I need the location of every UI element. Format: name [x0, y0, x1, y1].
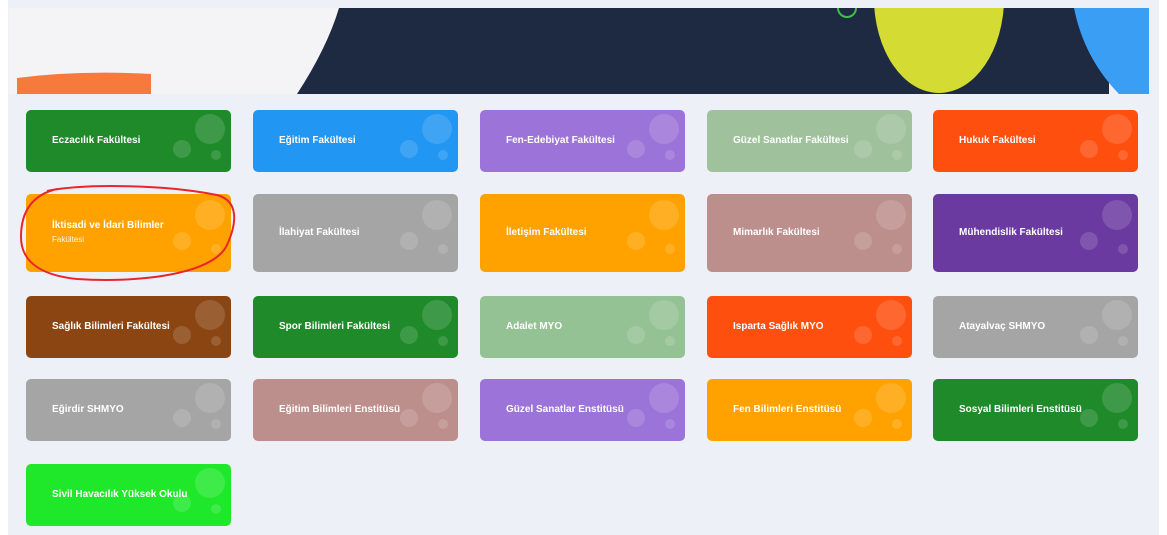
tile-label: Hukuk Fakültesi	[959, 135, 1036, 146]
tile-label: Eczacılık Fakültesi	[52, 135, 141, 146]
tile-decoration	[1048, 194, 1138, 256]
tile-label-line1: İktisadi ve İdari Bilimler	[52, 220, 164, 231]
hero-illustration	[9, 8, 1149, 94]
tile-label: Sosyal Bilimleri Enstitüsü	[959, 404, 1082, 415]
school-tile-sivil-havacilik[interactable]: Sivil Havacılık Yüksek Okulu	[26, 464, 231, 526]
faculty-tile-hukuk[interactable]: Hukuk Fakültesi	[933, 110, 1138, 172]
faculty-tile-iktisadi-idari[interactable]: İktisadi ve İdari Bilimler Fakültesi	[26, 194, 231, 272]
tile-label: İletişim Fakültesi	[506, 227, 587, 238]
institute-tile-guzel-sanatlar[interactable]: Güzel Sanatlar Enstitüsü	[480, 379, 685, 441]
tile-label: Güzel Sanatlar Fakültesi	[733, 135, 849, 146]
faculty-tile-eczacilik[interactable]: Eczacılık Fakültesi	[26, 110, 231, 172]
faculty-tile-ilahiyat[interactable]: İlahiyat Fakültesi	[253, 194, 458, 272]
school-tile-isparta-saglik-myo[interactable]: Isparta Sağlık MYO	[707, 296, 912, 358]
faculty-tile-egitim[interactable]: Eğitim Fakültesi	[253, 110, 458, 172]
faculty-tile-muhendislik[interactable]: Mühendislik Fakültesi	[933, 194, 1138, 272]
faculty-tile-guzel-sanatlar[interactable]: Güzel Sanatlar Fakültesi	[707, 110, 912, 172]
institute-tile-sosyal-bilimleri[interactable]: Sosyal Bilimleri Enstitüsü	[933, 379, 1138, 441]
faculty-tile-spor-bilimleri[interactable]: Spor Bilimleri Fakültesi	[253, 296, 458, 358]
tile-label: Sivil Havacılık Yüksek Okulu	[52, 489, 188, 500]
tile-label: Spor Bilimleri Fakültesi	[279, 321, 391, 332]
tile-label: Mühendislik Fakültesi	[959, 227, 1063, 238]
school-tile-egirdir-shmyo[interactable]: Eğirdir SHMYO	[26, 379, 231, 441]
tile-label-line2: Fakültesi	[52, 235, 85, 244]
tile-label: Atayalvaç SHMYO	[959, 321, 1046, 332]
tile-decoration	[368, 194, 458, 256]
tile-label: Sağlık Bilimleri Fakültesi	[52, 321, 170, 332]
hero-banner	[9, 8, 1149, 94]
institute-tile-fen-bilimleri[interactable]: Fen Bilimleri Enstitüsü	[707, 379, 912, 441]
tile-label: Mimarlık Fakültesi	[733, 227, 820, 238]
faculty-tile-mimarlik[interactable]: Mimarlık Fakültesi	[707, 194, 912, 272]
school-tile-atayalvac-shmyo[interactable]: Atayalvaç SHMYO	[933, 296, 1138, 358]
tile-label: Eğitim Fakültesi	[279, 135, 356, 146]
tile-label: Adalet MYO	[506, 321, 563, 332]
tile-label: Güzel Sanatlar Enstitüsü	[506, 404, 624, 415]
institute-tile-egitim-bilimleri[interactable]: Eğitim Bilimleri Enstitüsü	[253, 379, 458, 441]
tile-label: Isparta Sağlık MYO	[733, 321, 824, 332]
tile-label: Fen Bilimleri Enstitüsü	[733, 404, 842, 415]
school-tile-adalet-myo[interactable]: Adalet MYO	[480, 296, 685, 358]
tile-label: Eğitim Bilimleri Enstitüsü	[279, 404, 401, 415]
tile-label: Eğirdir SHMYO	[52, 404, 124, 415]
tile-decoration	[822, 194, 912, 256]
faculty-tile-fen-edebiyat[interactable]: Fen-Edebiyat Fakültesi	[480, 110, 685, 172]
tile-decoration	[595, 194, 685, 256]
faculty-tile-saglik-bilimleri[interactable]: Sağlık Bilimleri Fakültesi	[26, 296, 231, 358]
tile-label: İktisadi ve İdari Bilimler Fakültesi	[52, 219, 223, 247]
faculty-tile-iletisim[interactable]: İletişim Fakültesi	[480, 194, 685, 272]
tile-label: İlahiyat Fakültesi	[279, 227, 360, 238]
tile-label: Fen-Edebiyat Fakültesi	[506, 135, 615, 146]
